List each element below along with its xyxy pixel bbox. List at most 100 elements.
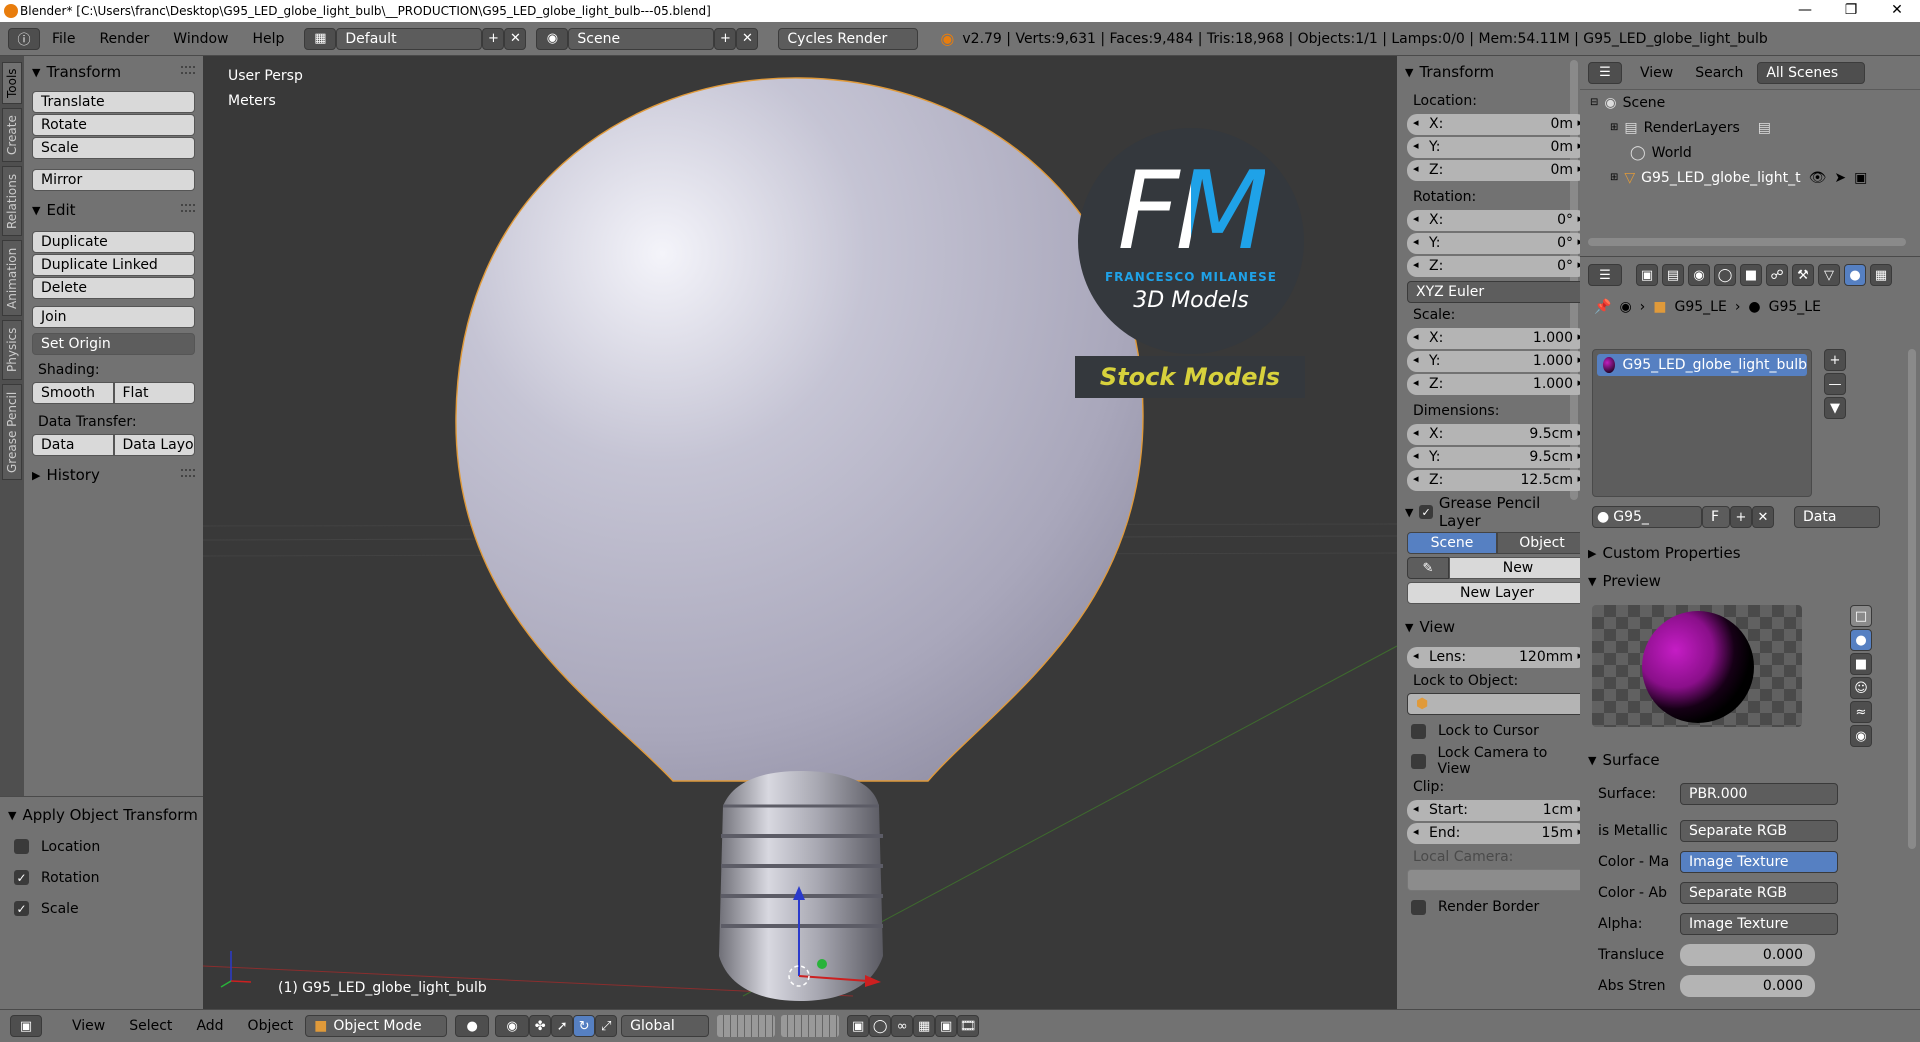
cursor-icon[interactable]: ➤ [1834, 170, 1846, 186]
layers-grid-1[interactable] [717, 1015, 776, 1037]
clip-start-field[interactable]: Start: 1cm [1407, 799, 1587, 821]
preview-cube-icon[interactable]: ■ [1850, 653, 1872, 675]
eye-icon[interactable]: 👁 [1809, 170, 1827, 186]
mode-select[interactable]: ■ Object Mode [305, 1015, 448, 1037]
transform-panel-header[interactable]: ▼ Transform [24, 60, 203, 84]
rotation-y-field[interactable]: Y: 0° [1407, 232, 1587, 254]
translate-manipulator-icon[interactable]: ➚ [551, 1015, 574, 1037]
preview-monkey-icon[interactable]: ☺ [1850, 677, 1872, 699]
viewport-shading-icon[interactable]: ● [455, 1015, 490, 1037]
set-origin-select[interactable]: Set Origin [32, 333, 195, 355]
scale-manipulator-icon[interactable]: ⤢ [595, 1015, 618, 1037]
outliner-scene-row[interactable]: ⊟ ◉ Scene [1580, 90, 1920, 115]
remove-slot-icon[interactable]: — [1824, 373, 1846, 395]
location-y-field[interactable]: Y: 0m [1407, 136, 1587, 158]
layers-grid-2[interactable] [781, 1015, 840, 1037]
lock-camera-checkbox[interactable]: Lock Camera to View [1397, 745, 1580, 777]
unlink-material-icon[interactable]: ✕ [1752, 506, 1774, 528]
location-checkbox[interactable]: Location [0, 831, 203, 862]
gp-scene-toggle[interactable]: Scene [1407, 532, 1497, 554]
rotation-x-field[interactable]: X: 0° [1407, 209, 1587, 231]
input-link-select[interactable]: Separate RGB [1680, 881, 1838, 904]
preview-sphere-icon[interactable]: ● [1850, 629, 1872, 651]
location-x-field[interactable]: X: 0m [1407, 113, 1587, 135]
edit-panel-header[interactable]: ▼ Edit [24, 198, 203, 222]
pin-icon[interactable]: 📌 [1594, 299, 1611, 315]
add-slot-icon[interactable]: + [1824, 349, 1846, 371]
input-link-select[interactable]: Image Texture [1680, 850, 1838, 873]
tab-tools[interactable]: Tools [2, 62, 22, 104]
add-scene-icon[interactable]: + [714, 27, 737, 50]
gp-object-toggle[interactable]: Object [1497, 532, 1587, 554]
history-panel-header[interactable]: ▶ History [24, 463, 203, 487]
3d-viewport[interactable]: User Persp Meters (1) G95_LED_globe_ligh… [203, 56, 1397, 1009]
duplicate-linked-button[interactable]: Duplicate Linked [32, 254, 195, 276]
close-icon[interactable]: ✕ [1874, 0, 1920, 22]
outliner-search-menu[interactable]: Search [1695, 65, 1743, 81]
display-mode-select[interactable]: All Scenes [1757, 61, 1866, 84]
outliner-view-menu[interactable]: View [1640, 65, 1673, 81]
outliner-renderlayers-row[interactable]: ⊞ ▤ RenderLayers ▤ [1580, 115, 1920, 140]
snap-toggle-icon[interactable]: ∞ [891, 1015, 914, 1037]
dimension-z-field[interactable]: Z: 12.5cm [1407, 469, 1587, 491]
flat-button[interactable]: Flat [113, 382, 195, 404]
join-button[interactable]: Join [32, 306, 195, 328]
light-bulb-object[interactable] [455, 77, 1144, 1001]
tab-grease-pencil[interactable]: Grease Pencil [2, 384, 22, 480]
preview-sky-icon[interactable]: ◉ [1850, 725, 1872, 747]
np-view-header[interactable]: ▼ View [1397, 615, 1580, 639]
3d-view-editor-icon[interactable]: ▣ [10, 1015, 42, 1037]
delete-screen-icon[interactable]: ✕ [504, 27, 527, 50]
drag-handle-icon[interactable] [181, 204, 195, 212]
input-link-select[interactable]: Separate RGB [1680, 819, 1838, 842]
menu-render[interactable]: Render [99, 31, 149, 47]
checkmark-icon[interactable]: ✓ [1419, 505, 1433, 519]
scale-button[interactable]: Scale [32, 137, 195, 159]
tab-physics[interactable]: Physics [2, 320, 22, 380]
smooth-button[interactable]: Smooth [32, 382, 114, 404]
transform-orientation-select[interactable]: Global [621, 1015, 710, 1037]
dimension-y-field[interactable]: Y: 9.5cm [1407, 446, 1587, 468]
proportional-edit-icon[interactable]: ◯ [869, 1015, 892, 1037]
rotate-manipulator-icon[interactable]: ↻ [573, 1015, 596, 1037]
outliner-hscrollbar[interactable] [1588, 238, 1906, 246]
scene-field[interactable]: Scene [568, 27, 715, 50]
preview-hair-icon[interactable]: ≈ [1850, 701, 1872, 723]
menu-window[interactable]: Window [173, 31, 228, 47]
render-layers-tab-icon[interactable]: ▤ [1662, 264, 1684, 286]
collapse-icon[interactable]: ⊟ [1590, 97, 1598, 108]
maximize-icon[interactable]: ❐ [1828, 0, 1874, 22]
outliner-object-row[interactable]: ⊞ ▽ G95_LED_globe_light_t 👁 ➤ ▣ [1580, 165, 1920, 190]
material-browse-field[interactable]: ● G95_ [1592, 506, 1702, 528]
abs-strength-slider[interactable]: 0.000 [1680, 974, 1815, 997]
material-slot-list[interactable]: G95_LED_globe_light_bulb [1592, 349, 1812, 497]
world-tab-icon[interactable]: ◯ [1714, 264, 1736, 286]
pivot-point-icon[interactable]: ◉ [495, 1015, 530, 1037]
scale-y-field[interactable]: Y: 1.000 [1407, 350, 1587, 372]
rotation-mode-select[interactable]: XYZ Euler [1407, 281, 1587, 303]
add-screen-icon[interactable]: + [482, 27, 505, 50]
link-data-select[interactable]: Data [1794, 506, 1880, 528]
rotation-z-field[interactable]: Z: 0° [1407, 255, 1587, 277]
add-material-icon[interactable]: + [1730, 506, 1752, 528]
scale-checkbox[interactable]: ✓ Scale [0, 893, 203, 924]
drag-handle-icon[interactable] [181, 66, 195, 74]
drag-handle-icon[interactable] [181, 469, 195, 477]
outliner-world-row[interactable]: ◯ World [1580, 140, 1920, 165]
outliner-editor-type-icon[interactable]: ☰ [1588, 61, 1622, 84]
data-transfer-button[interactable]: Data [32, 434, 114, 456]
opengl-animation-icon[interactable]: 🎞 [957, 1015, 980, 1037]
rotation-checkbox[interactable]: ✓ Rotation [0, 862, 203, 893]
snap-element-icon[interactable]: ▦ [913, 1015, 936, 1037]
transluce-slider[interactable]: 0.000 [1680, 943, 1815, 966]
np-transform-header[interactable]: ▼ Transform [1397, 60, 1580, 84]
preview-header[interactable]: ▼ Preview [1580, 569, 1910, 593]
surface-shader-select[interactable]: PBR.000 [1680, 783, 1838, 805]
dimension-x-field[interactable]: X: 9.5cm [1407, 423, 1587, 445]
material-tab-icon[interactable]: ● [1844, 264, 1866, 286]
translate-button[interactable]: Translate [32, 91, 195, 113]
clip-end-field[interactable]: End: 15m [1407, 822, 1587, 844]
menu-view[interactable]: View [72, 1018, 105, 1034]
lens-field[interactable]: Lens: 120mm [1407, 646, 1587, 668]
gp-new-layer-button[interactable]: New Layer [1407, 582, 1587, 604]
